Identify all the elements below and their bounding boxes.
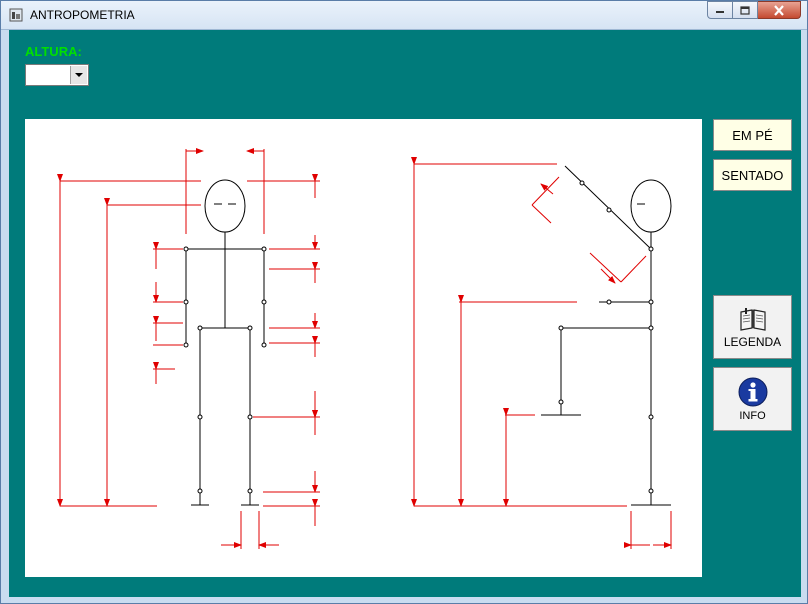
maximize-button[interactable] [733, 1, 758, 19]
app-window: ANTROPOMETRIA ALTURA: EM PÉ SENTADO LEGE… [0, 0, 808, 604]
close-button[interactable] [758, 1, 801, 19]
close-icon [774, 4, 784, 16]
standing-figure [183, 179, 267, 506]
legenda-button[interactable]: LEGENDA [713, 295, 792, 359]
dropdown-arrow-button[interactable] [70, 66, 87, 84]
info-icon [738, 377, 767, 406]
anthropometry-diagram [57, 148, 672, 549]
seated-dimensions [411, 157, 672, 549]
chevron-down-icon [75, 72, 83, 77]
anthropometry-drawing [25, 119, 702, 577]
client-area: ALTURA: EM PÉ SENTADO LEGENDA INFO [9, 30, 801, 597]
info-label: INFO [739, 409, 766, 422]
legenda-label: LEGENDA [723, 334, 782, 349]
open-book-icon [739, 307, 766, 331]
standing-dimensions [57, 148, 320, 549]
altura-select[interactable] [25, 64, 89, 86]
altura-label: ALTURA: [25, 44, 82, 59]
minimize-button[interactable] [707, 1, 733, 19]
em-pe-button[interactable]: EM PÉ [713, 119, 792, 151]
title-bar[interactable]: ANTROPOMETRIA [1, 1, 807, 30]
minimize-icon [716, 11, 724, 13]
seated-figure [541, 165, 672, 506]
sentado-button[interactable]: SENTADO [713, 159, 792, 191]
maximize-icon [740, 5, 750, 15]
window-title: ANTROPOMETRIA [30, 8, 135, 22]
info-button[interactable]: INFO [713, 367, 792, 431]
app-icon [9, 8, 23, 22]
